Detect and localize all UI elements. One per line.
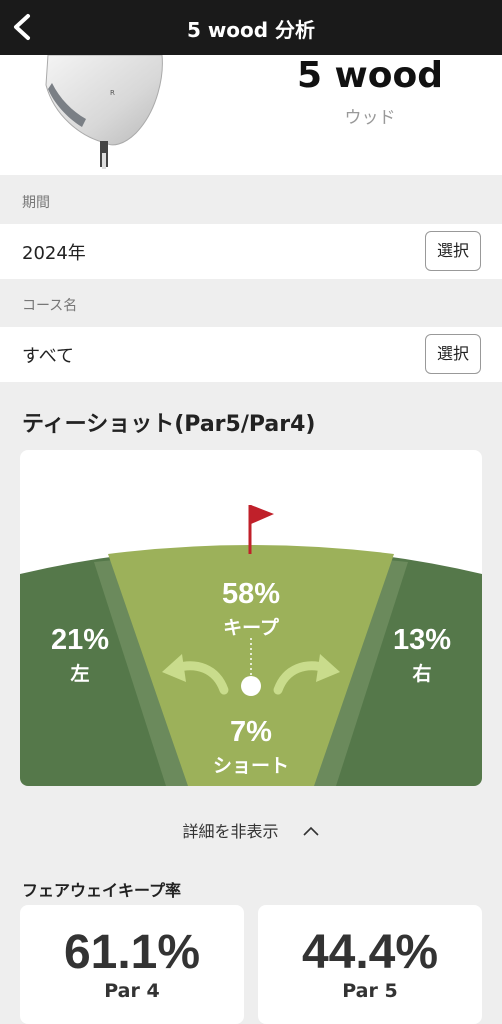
course-value: すべて xyxy=(22,346,75,367)
tee-shot-title: ティーショット(Par5/Par4) xyxy=(22,412,316,437)
period-row: 2024年 選択 xyxy=(0,224,502,279)
keep-percent: 58% xyxy=(221,578,281,610)
left-stat: 21% 左 xyxy=(30,624,130,686)
period-value: 2024年 xyxy=(22,243,86,264)
par5-card: 44.4% Par 5 xyxy=(258,905,482,1024)
hide-details-label: 詳細を非表示 xyxy=(182,822,279,841)
club-name: 5 wood xyxy=(296,55,444,96)
left-label: 左 xyxy=(70,664,90,685)
right-stat: 13% 右 xyxy=(372,624,472,686)
course-label: コース名 xyxy=(22,298,78,314)
club-type: ウッド xyxy=(344,108,396,128)
course-select-button[interactable]: 選択 xyxy=(425,334,481,374)
left-percent: 21% xyxy=(50,624,110,656)
page-title: 5 wood 分析 xyxy=(186,18,316,42)
club-summary: R 5 wood ウッド xyxy=(0,55,502,175)
header-bar: 5 wood 分析 xyxy=(0,0,502,55)
short-label: ショート xyxy=(212,756,289,777)
par4-card: 61.1% Par 4 xyxy=(20,905,244,1024)
keep-stat: 58% キープ xyxy=(201,578,301,640)
par5-value: 44.4% xyxy=(301,926,439,979)
right-label: 右 xyxy=(412,664,432,685)
course-row: すべて 選択 xyxy=(0,327,502,382)
club-head-image: R xyxy=(45,55,163,169)
right-percent: 13% xyxy=(392,624,452,656)
tee-shot-diagram: 58% キープ 21% 左 13% 右 7% ショート xyxy=(20,450,482,786)
par5-label: Par 5 xyxy=(342,980,398,1002)
chevron-up-icon xyxy=(302,822,320,841)
par4-label: Par 4 xyxy=(104,980,160,1002)
hide-details-toggle[interactable]: 詳細を非表示 xyxy=(0,818,502,842)
period-label: 期間 xyxy=(22,195,50,211)
short-percent: 7% xyxy=(230,716,272,748)
keep-label: キープ xyxy=(223,618,279,639)
period-select-button[interactable]: 選択 xyxy=(425,231,481,271)
svg-text:R: R xyxy=(110,89,115,97)
fairway-keep-label: フェアウェイキープ率 xyxy=(22,881,182,900)
short-stat: 7% ショート xyxy=(191,716,311,778)
par4-value: 61.1% xyxy=(63,926,201,979)
